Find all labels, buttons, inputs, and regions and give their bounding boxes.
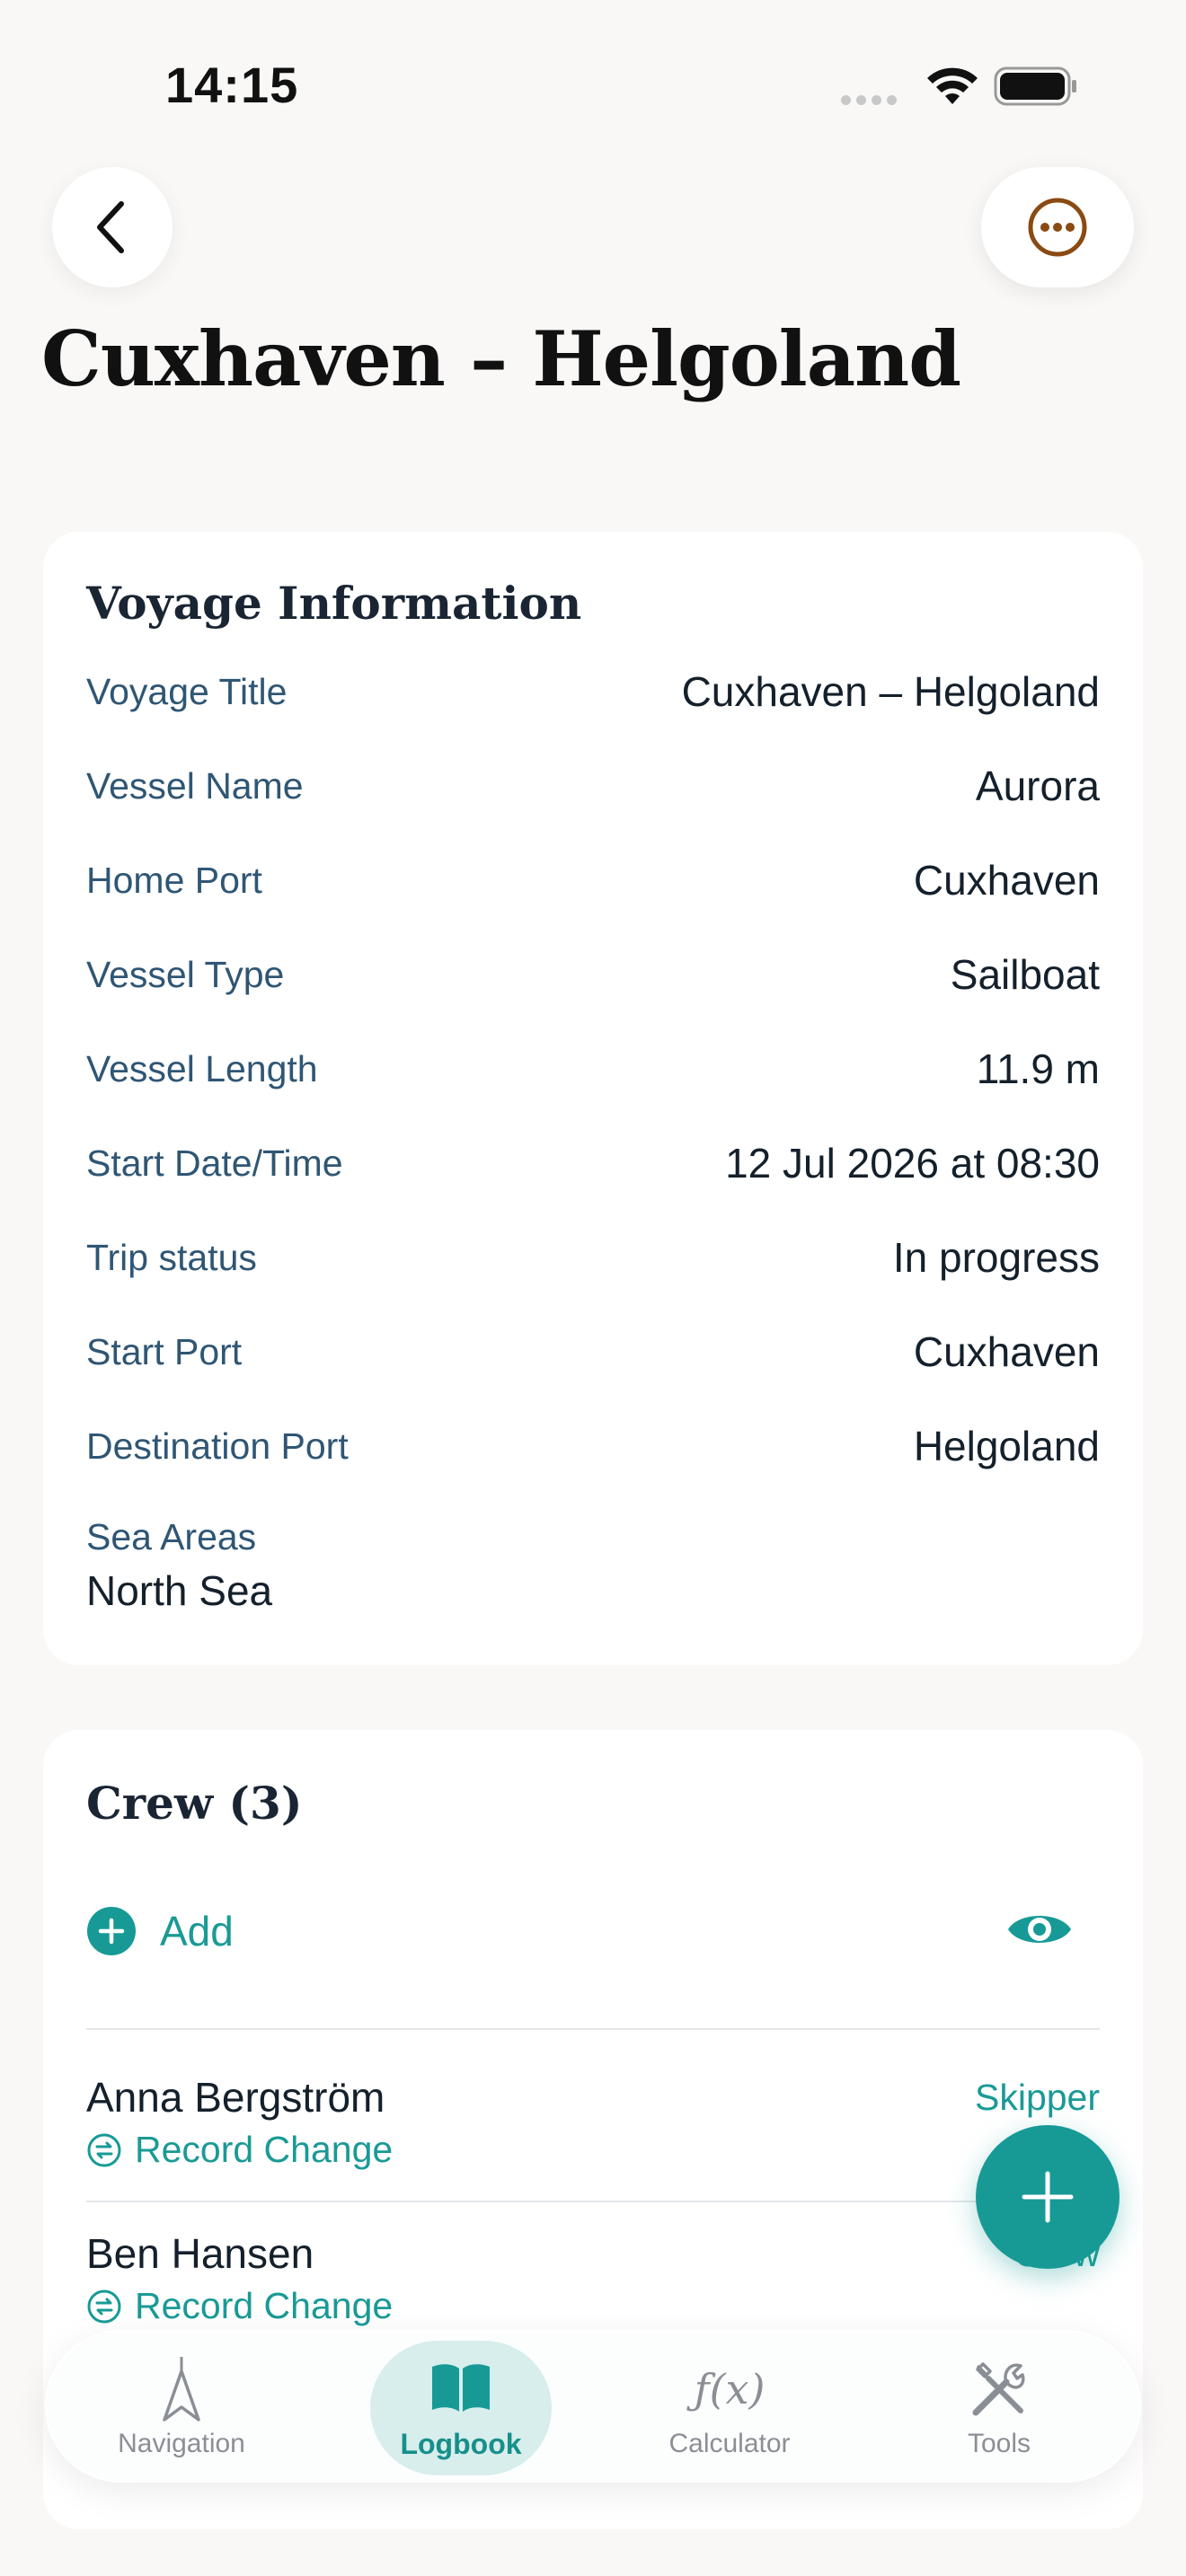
divider <box>86 2028 1100 2030</box>
info-value: 12 Jul 2026 at 08:30 <box>725 1140 1100 1187</box>
info-value: Helgoland <box>913 1423 1100 1469</box>
divider <box>86 2201 1100 2202</box>
tab-calculator[interactable]: ƒ(x) Calculator <box>622 2341 837 2475</box>
more-options-button[interactable] <box>981 167 1134 287</box>
info-label: Home Port <box>86 859 262 901</box>
info-value: Cuxhaven – Helgoland <box>681 668 1100 715</box>
back-button[interactable] <box>52 167 173 287</box>
add-crew-label: Add <box>160 1908 234 1954</box>
sea-areas-label: Sea Areas <box>86 1516 257 1557</box>
info-row-home-port: Home Port Cuxhaven <box>86 853 1100 907</box>
add-fab-button[interactable] <box>976 2125 1120 2269</box>
crew-member-role: Skipper <box>974 2077 1100 2118</box>
info-row-voyage-title: Voyage Title Cuxhaven – Helgoland <box>86 665 1100 719</box>
voyage-card-title: Voyage Information <box>86 577 582 630</box>
info-value: Cuxhaven <box>913 857 1100 904</box>
record-change-button[interactable]: Record Change <box>86 2129 393 2171</box>
info-value: Sailboat <box>950 951 1100 998</box>
cellular-signal-icon <box>841 93 902 110</box>
info-label: Voyage Title <box>86 670 288 712</box>
status-bar: 14:15 <box>0 0 1186 171</box>
crew-member-name: Ben Hansen <box>86 2230 314 2277</box>
eye-icon[interactable] <box>1006 1906 1073 1953</box>
info-label: Vessel Length <box>86 1047 318 1090</box>
tab-calculator-label: Calculator <box>668 2429 791 2458</box>
tab-logbook[interactable]: Logbook <box>370 2341 552 2475</box>
record-change-button[interactable]: Record Change <box>86 2285 393 2327</box>
tab-navigation[interactable]: Navigation <box>74 2341 289 2475</box>
tab-navigation-label: Navigation <box>118 2429 245 2458</box>
record-change-label: Record Change <box>135 2285 394 2326</box>
voyage-information-card: Voyage Information Voyage Title Cuxhaven… <box>43 532 1143 1665</box>
info-value: Aurora <box>975 763 1100 809</box>
info-row-vessel-length: Vessel Length 11.9 m <box>86 1042 1100 1096</box>
tab-logbook-label: Logbook <box>400 2427 522 2460</box>
page-title: Cuxhaven – Helgoland <box>41 314 961 403</box>
swap-circle-icon <box>87 2289 121 2323</box>
sea-areas-value: North Sea <box>86 1567 273 1614</box>
info-label: Trip status <box>86 1236 257 1278</box>
info-label: Start Port <box>86 1330 243 1372</box>
status-time: 14:15 <box>165 57 299 113</box>
tools-icon <box>972 2362 1025 2416</box>
info-label: Destination Port <box>86 1425 349 1467</box>
tab-tools-label: Tools <box>967 2429 1031 2458</box>
info-row-vessel-type: Vessel Type Sailboat <box>86 948 1100 1001</box>
info-row-destination-port: Destination Port Helgoland <box>86 1419 1100 1473</box>
swap-circle-icon <box>87 2133 121 2166</box>
crew-card-title: Crew (3) <box>86 1777 303 1830</box>
function-icon: ƒ(x) <box>694 2365 766 2413</box>
info-label: Vessel Name <box>86 764 304 807</box>
bottom-tab-bar: Navigation Logbook ƒ(x) Calculator Tools <box>45 2330 1141 2483</box>
info-value: In progress <box>892 1234 1100 1281</box>
info-value: Cuxhaven <box>913 1328 1100 1375</box>
plus-circle-icon <box>87 1907 136 1955</box>
info-row-start-port: Start Port Cuxhaven <box>86 1325 1100 1379</box>
info-value: 11.9 m <box>976 1045 1100 1092</box>
book-open-icon <box>432 2363 490 2412</box>
info-row-vessel-name: Vessel Name Aurora <box>86 759 1100 813</box>
info-label: Start Date/Time <box>86 1142 343 1184</box>
crew-member-name: Anna Bergström <box>86 2074 385 2121</box>
info-row-start-date-time: Start Date/Time 12 Jul 2026 at 08:30 <box>86 1136 1100 1190</box>
wifi-icon <box>927 67 978 104</box>
battery-icon <box>994 66 1076 106</box>
more-options-icon <box>1028 198 1087 257</box>
status-icons <box>836 63 1078 110</box>
add-crew-button[interactable]: Add <box>86 1904 234 1958</box>
record-change-label: Record Change <box>135 2129 394 2170</box>
tab-tools[interactable]: Tools <box>891 2341 1107 2475</box>
info-label: Vessel Type <box>86 953 285 995</box>
plus-icon <box>1022 2171 1074 2223</box>
navigation-arrow-icon <box>163 2357 200 2422</box>
info-row-trip-status: Trip status In progress <box>86 1231 1100 1284</box>
chevron-left-icon <box>97 201 124 253</box>
